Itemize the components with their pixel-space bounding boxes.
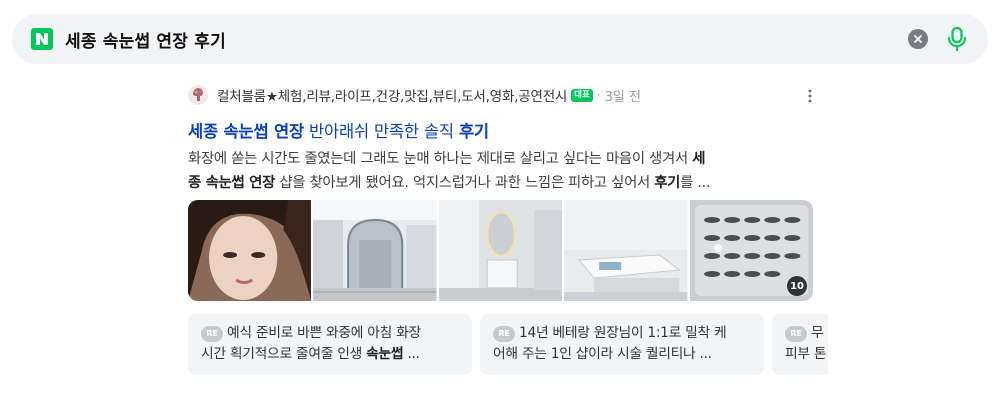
related-post-card[interactable]: RE 예식 준비로 바쁜 와중에 아침 화장 시간 획기적으로 줄여줄 인생 속눈…	[188, 314, 472, 375]
related-text: ...	[403, 346, 420, 362]
snippet-text: 샵을 찾아보게 됐어요. 억지스럽거나 과한 느낌은 피하고 싶어서	[275, 175, 655, 191]
snippet-text: 를 ...	[680, 175, 711, 191]
search-query[interactable]: 세종 속눈썹 연장 후기	[65, 27, 226, 52]
related-post-card[interactable]: RE 14년 베테랑 원장님이 1:1로 밀착 케 어해 주는 1인 샵이라 시술…	[480, 314, 764, 375]
re-tag: RE	[493, 326, 515, 342]
re-tag: RE	[785, 326, 807, 342]
thumbnail-mirror-sink[interactable]	[438, 200, 563, 301]
official-badge: 대표	[571, 88, 593, 102]
snippet-text: 화장에 쏟는 시간도 줄였는데 그래도 눈매 하나는 제대로 살리고 싶다는 마…	[188, 151, 693, 167]
thumbnail-portrait[interactable]	[188, 200, 312, 301]
re-tag: RE	[201, 326, 223, 342]
image-count-badge: 10	[787, 276, 808, 296]
related-highlight: 속눈썹	[366, 346, 404, 362]
related-post-card[interactable]: RE 무 피부 톤	[772, 314, 828, 375]
naver-logo-icon[interactable]	[31, 28, 53, 50]
related-text: 피부 톤	[785, 346, 827, 362]
related-text: 어해 주는 1인 샵이라 시술 퀄리티나 ...	[493, 346, 712, 362]
title-highlight: 후기	[458, 122, 489, 141]
author-name[interactable]: 컬처블룸★체험,리뷰,라이프,건강,맛집,뷰티,도서,영화,공연전시	[217, 85, 567, 105]
thumbnail-shop-entrance[interactable]	[313, 200, 437, 301]
more-options-button[interactable]	[798, 86, 822, 106]
result-meta: 컬처블룸★체험,리뷰,라이프,건강,맛집,뷰티,도서,영화,공연전시 대표 · …	[188, 84, 828, 106]
close-icon	[914, 35, 922, 43]
more-vertical-icon	[808, 89, 812, 103]
post-time: 3일 전	[604, 89, 641, 105]
thumbnail-strip: 10	[188, 200, 813, 301]
meta-separator: ·	[596, 88, 601, 102]
related-text: 예식 준비로 바쁜 와중에 아침 화장	[227, 325, 421, 341]
related-posts: RE 예식 준비로 바쁜 와중에 아침 화장 시간 획기적으로 줄여줄 인생 속눈…	[188, 314, 828, 376]
result-title[interactable]: 세종 속눈썹 연장 반아래쉬 만족한 솔직 후기	[188, 120, 828, 144]
snippet-highlight: 후기	[654, 175, 681, 191]
search-result-card: 컬처블룸★체험,리뷰,라이프,건강,맛집,뷰티,도서,영화,공연전시 대표 · …	[188, 84, 828, 301]
clear-search-button[interactable]	[908, 29, 928, 49]
mic-icon	[947, 26, 967, 52]
related-text: 시간 획기적으로 줄여줄 인생	[201, 346, 367, 362]
snippet-highlight: 세	[692, 151, 706, 167]
thumbnail-eyelash-tray[interactable]: 10	[689, 200, 813, 301]
thumbnail-treatment-bed[interactable]	[564, 200, 688, 301]
related-text: 무	[811, 325, 824, 341]
related-text: 14년 베테랑 원장님이 1:1로 밀착 케	[519, 325, 727, 341]
title-text: 반아래쉬 만족한 솔직	[303, 122, 459, 141]
snippet-highlight: 종 속눈썹 연장	[188, 175, 276, 191]
author-avatar[interactable]	[188, 85, 208, 105]
search-bar[interactable]: 세종 속눈썹 연장 후기	[12, 14, 988, 64]
title-highlight: 세종 속눈썹 연장	[188, 122, 304, 141]
result-snippet[interactable]: 화장에 쏟는 시간도 줄였는데 그래도 눈매 하나는 제대로 살리고 싶다는 마…	[188, 147, 812, 195]
voice-search-button[interactable]	[944, 24, 970, 54]
